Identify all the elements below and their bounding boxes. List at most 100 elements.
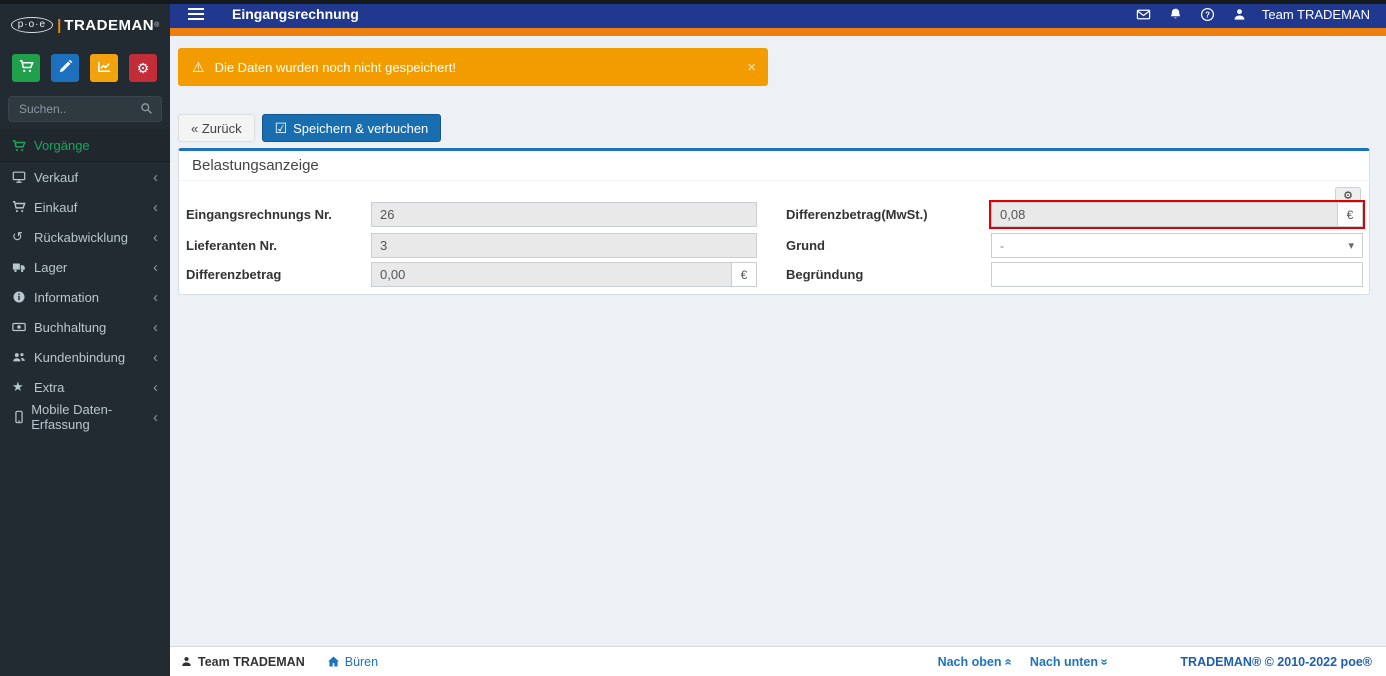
search-icon[interactable]	[140, 102, 153, 120]
chevron-left-icon: ‹	[153, 318, 158, 336]
search-input[interactable]	[8, 96, 162, 122]
pencil-icon	[58, 59, 73, 77]
differenzbetrag-label: Differenzbetrag	[186, 267, 282, 282]
scroll-to-top-link[interactable]: Nach oben «	[937, 654, 1016, 669]
grund-select[interactable]: - ▾	[991, 233, 1363, 258]
footer: Team TRADEMAN Büren Nach oben « Nach unt…	[170, 646, 1386, 676]
undo-icon: ↺	[12, 229, 23, 244]
quick-settings-button[interactable]: ⚙	[129, 54, 157, 82]
brand-name: TRADEMAN	[64, 16, 155, 34]
top-edge	[0, 0, 1386, 4]
chevron-left-icon: ‹	[153, 228, 158, 246]
euro-addon: €	[731, 262, 757, 287]
chevron-left-icon: ‹	[153, 288, 158, 306]
quick-stats-button[interactable]	[90, 54, 118, 82]
panel-title: Belastungsanzeige	[179, 151, 1369, 181]
sidebar-item-kundenbindung[interactable]: Kundenbindung ‹	[0, 342, 170, 372]
scroll-to-bottom-link[interactable]: Nach unten »	[1029, 654, 1112, 669]
footer-location-link[interactable]: Büren	[345, 655, 378, 669]
lieferanten-nr-label: Lieferanten Nr.	[186, 238, 278, 253]
lieferanten-nr-field	[371, 233, 757, 258]
sidebar-item-lager[interactable]: Lager ‹	[0, 252, 170, 282]
users-icon	[12, 350, 34, 364]
sidebar-item-label: Verkauf	[34, 169, 79, 185]
sidebar-menu: Vorgänge Verkauf ‹ Einkauf ‹ ↺ Rückabwic…	[0, 130, 170, 432]
begruendung-field[interactable]	[991, 262, 1363, 287]
sidebar-item-buchhaltung[interactable]: Buchhaltung ‹	[0, 312, 170, 342]
caret-down-icon: ▾	[1348, 240, 1354, 252]
help-icon[interactable]: ?	[1192, 7, 1224, 22]
sidebar-item-label: Kundenbindung	[34, 349, 126, 365]
grund-selected-value: -	[1000, 238, 1004, 253]
eingangsrechnung-nr-field	[371, 202, 757, 227]
check-square-icon: ☑	[274, 120, 288, 136]
trademan-app: p·o·e | TRADEMAN ® ⚙ Suchen.. Vorgänge V…	[0, 0, 1386, 676]
close-icon[interactable]: ×	[747, 59, 756, 76]
double-chevron-down-icon: »	[1097, 658, 1112, 665]
bell-icon[interactable]	[1160, 7, 1192, 22]
main-content: ⚠ Die Daten wurden noch nicht gespeicher…	[170, 44, 1386, 646]
differenzbetrag-group: €	[371, 262, 757, 287]
sidebar-item-label: Information	[34, 289, 100, 305]
chart-line-icon	[97, 59, 112, 77]
poe-logo: p·o·e	[10, 17, 54, 33]
quick-edit-button[interactable]	[51, 54, 79, 82]
sidebar-search	[8, 96, 162, 122]
differenzbetrag-mwst-label: Differenzbetrag(MwSt.)	[786, 207, 928, 222]
sidebar-item-label: Vorgänge	[34, 138, 90, 153]
action-toolbar: « Zurück ☑ Speichern & verbuchen	[178, 114, 442, 142]
differenzbetrag-mwst-highlight: €	[989, 200, 1365, 229]
sidebar-item-label: Buchhaltung	[34, 319, 107, 335]
differenzbetrag-mwst-field	[991, 202, 1338, 227]
sidebar-item-mobile-daten-erfassung[interactable]: Mobile Daten-Erfassung ‹	[0, 402, 170, 432]
user-icon[interactable]	[1224, 7, 1256, 22]
unsaved-warning-banner: ⚠ Die Daten wurden noch nicht gespeicher…	[178, 48, 768, 86]
sidebar-item-vorgaenge[interactable]: Vorgänge	[0, 130, 170, 162]
sidebar-item-verkauf[interactable]: Verkauf ‹	[0, 162, 170, 192]
sidebar-item-label: Lager	[34, 259, 68, 275]
sidebar-item-label: Mobile Daten-Erfassung	[31, 402, 113, 432]
sidebar-item-einkauf[interactable]: Einkauf ‹	[0, 192, 170, 222]
belastungsanzeige-panel: Belastungsanzeige ⚙ Eingangsrechnungs Nr…	[178, 148, 1370, 295]
euro-addon: €	[1337, 202, 1363, 227]
navbar-actions: ? Team TRADEMAN	[1128, 7, 1386, 22]
scroll-to-bottom-label: Nach unten	[1029, 654, 1098, 669]
chevron-left-icon: ‹	[153, 168, 158, 186]
scroll-to-top-label: Nach oben	[937, 654, 1002, 669]
chevron-left-icon: ‹	[153, 258, 158, 276]
form-row: Differenzbetrag € Begründung	[179, 262, 1369, 287]
page-title: Eingangsrechnung	[232, 6, 359, 22]
mail-icon[interactable]	[1128, 7, 1160, 22]
sidebar-item-rueckabwicklung[interactable]: ↺ Rückabwicklung ‹	[0, 222, 170, 252]
save-post-button[interactable]: ☑ Speichern & verbuchen	[261, 114, 442, 142]
eingangsrechnung-nr-field-wrap	[371, 202, 757, 227]
hamburger-menu-icon[interactable]	[188, 5, 204, 23]
quick-cart-button[interactable]	[12, 54, 40, 82]
panel-body: ⚙ Eingangsrechnungs Nr. Differenzbetrag(…	[179, 181, 1369, 294]
sidebar-item-label: Rückabwicklung	[34, 229, 128, 245]
sidebar-item-label: Einkauf	[34, 199, 78, 215]
cogs-icon: ⚙	[136, 59, 150, 76]
begruendung-label: Begründung	[786, 267, 864, 282]
current-user-label[interactable]: Team TRADEMAN	[1262, 7, 1370, 22]
warning-text: Die Daten wurden noch nicht gespeichert!	[214, 59, 456, 75]
monitor-icon	[12, 170, 34, 184]
home-icon	[327, 655, 340, 669]
sidebar-item-information[interactable]: Information ‹	[0, 282, 170, 312]
differenzbetrag-mwst-group: €	[991, 202, 1363, 227]
sidebar-item-extra[interactable]: ★ Extra ‹	[0, 372, 170, 402]
grund-select-wrap: - ▾	[991, 233, 1363, 258]
chevron-left-icon: ‹	[153, 348, 158, 366]
truck-icon	[12, 260, 34, 274]
star-icon: ★	[12, 379, 24, 394]
back-button[interactable]: « Zurück	[178, 114, 255, 142]
form-row: Lieferanten Nr. Grund - ▾	[179, 233, 1369, 258]
back-button-label: « Zurück	[191, 120, 242, 136]
brand-divider: |	[57, 16, 62, 34]
grund-label: Grund	[786, 238, 825, 253]
money-bill-icon	[12, 320, 34, 334]
chevron-left-icon: ‹	[153, 198, 158, 216]
cart-icon	[12, 200, 34, 214]
begruendung-field-wrap	[991, 262, 1363, 287]
warning-icon: ⚠	[192, 58, 205, 75]
